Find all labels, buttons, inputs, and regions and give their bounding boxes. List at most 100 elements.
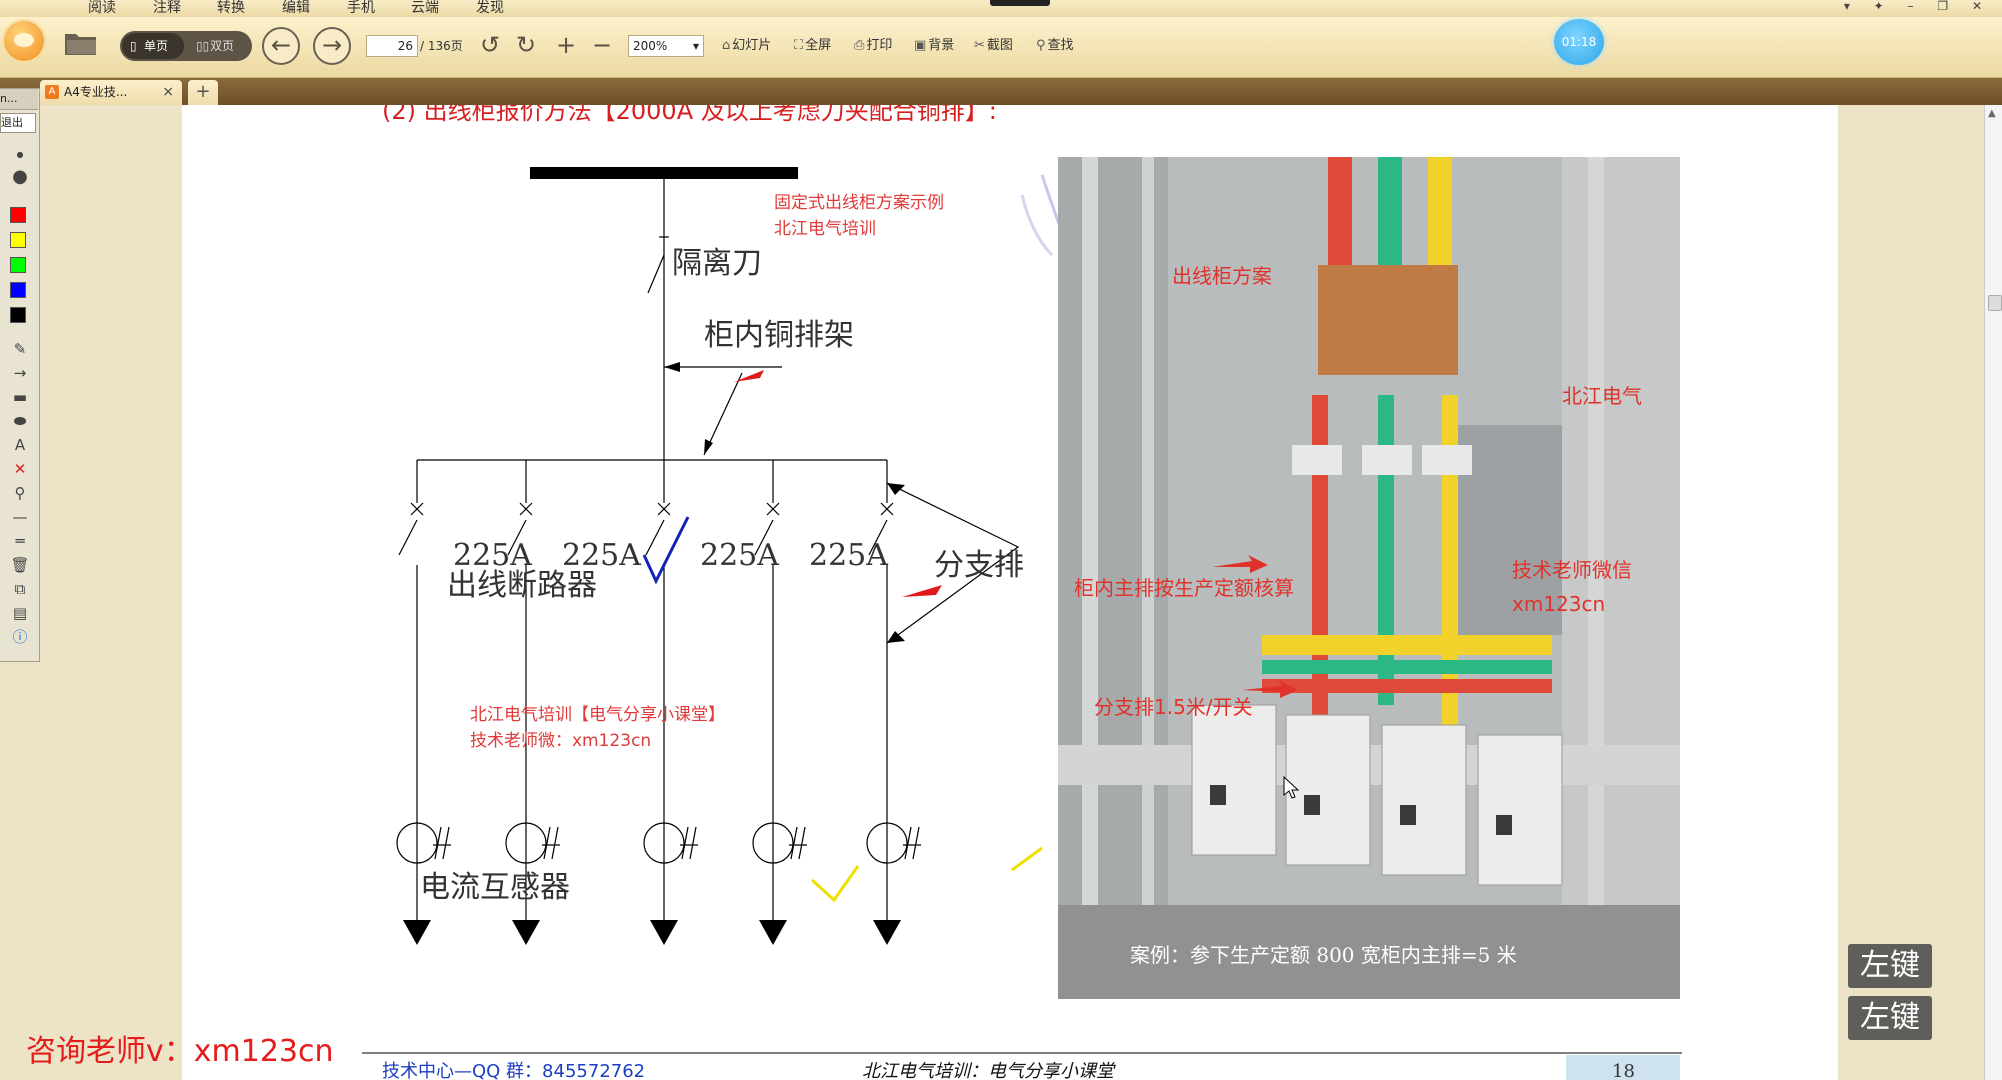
breaker-label: 出线断路器 xyxy=(447,568,597,603)
yellow-check-mark xyxy=(810,865,860,903)
arrow-tool-icon[interactable]: → xyxy=(10,365,30,381)
copy-icon[interactable]: ⧉ xyxy=(10,581,30,597)
footer-page-number: 18 xyxy=(1612,1061,1635,1080)
photo-label-brand: 北江电气 xyxy=(1562,384,1642,408)
app-logo-icon[interactable] xyxy=(2,19,46,63)
magnifier-icon[interactable]: ⚲ xyxy=(10,485,30,501)
delete-mark-icon[interactable]: ✕ xyxy=(10,461,30,477)
menu-item-convert[interactable]: 转换 xyxy=(217,0,245,16)
breaker-handle xyxy=(1496,815,1512,835)
color-swatch-black[interactable] xyxy=(10,307,26,323)
ct-hatch xyxy=(689,826,697,860)
ellipse-tool-icon[interactable]: ⬬ xyxy=(10,413,30,429)
annotation-palette: n... 退出 ● ● ✎ → ▬ ⬬ A ✕ ⚲ — ═ 🗑 ⧉ ▤ ⓘ xyxy=(0,88,40,662)
photo-label-scheme: 出线柜方案 xyxy=(1172,264,1272,288)
menu-item-cloud[interactable]: 云端 xyxy=(411,0,439,16)
info-icon[interactable]: ⓘ xyxy=(10,629,30,645)
menu-bar: 阅读 注释 转换 编辑 手机 云端 发现 ▾ ✦ – ❐ ✕ xyxy=(0,0,2002,17)
trash-icon[interactable]: 🗑 xyxy=(10,557,30,573)
zoom-in-icon[interactable]: + xyxy=(556,31,576,59)
find-button[interactable]: ⚲ 查找 xyxy=(1036,38,1074,54)
find-label: 查找 xyxy=(1047,38,1074,53)
large-dot-icon[interactable]: ● xyxy=(10,168,30,186)
small-dot-icon[interactable]: ● xyxy=(10,147,30,163)
save-icon[interactable]: ▤ xyxy=(10,605,30,621)
menu-item-mobile[interactable]: 手机 xyxy=(347,0,375,16)
palette-exit-button[interactable]: 退出 xyxy=(0,113,36,133)
insulator xyxy=(1422,445,1472,475)
recording-timer[interactable]: 01:18 xyxy=(1554,19,1604,65)
ct-hatch xyxy=(798,826,806,860)
busbar-red xyxy=(1312,395,1328,725)
ct-hatch xyxy=(442,826,450,860)
breaker-handle xyxy=(1210,785,1226,805)
busbar-red xyxy=(1328,157,1352,277)
note-subtitle: 北江电气培训 xyxy=(774,219,876,239)
output-arrow xyxy=(873,920,901,945)
key-press-badge: 左键 xyxy=(1848,996,1932,1040)
line-tool-icon[interactable]: — xyxy=(10,509,30,525)
arrow-right-icon: → xyxy=(321,31,343,59)
tab-title: A4专业技... xyxy=(64,85,128,99)
window-controls[interactable]: ▾ ✦ – ❐ ✕ xyxy=(1844,0,1992,12)
single-page-button[interactable]: ▯ 单页 xyxy=(122,33,184,59)
copper-bar xyxy=(1318,265,1458,375)
photo-label-wechat: xm123cn xyxy=(1512,592,1605,616)
page-canvas: (2) 出线柜报价方法【2000A 及以上考虑刀夹配合铜排】: 225A 225… xyxy=(362,105,1682,1080)
prev-page-button[interactable]: ← xyxy=(262,27,300,65)
pencil-icon[interactable]: ✎ xyxy=(10,341,30,357)
menu-item-read[interactable]: 阅读 xyxy=(88,0,116,16)
cabinet-photo: 出线柜方案 北江电气 柜内主排按生产定额核算 技术老师微信 xm123cn 分支… xyxy=(1058,157,1680,999)
training-line-1: 北江电气培训【电气分享小课堂】 xyxy=(470,705,725,725)
red-arrow-mark xyxy=(902,585,942,597)
pdf-file-icon: A xyxy=(45,85,59,99)
page-total: / 136页 xyxy=(420,39,463,53)
menu-item-discover[interactable]: 发现 xyxy=(476,0,504,16)
footer-left: 技术中心—QQ 群：845572762 xyxy=(382,1061,645,1080)
main-busbar xyxy=(530,167,798,179)
watermark-stroke xyxy=(1020,194,1054,257)
slideshow-button[interactable]: ⌂ 幻灯片 xyxy=(722,38,771,54)
vertical-scrollbar[interactable]: ▲ xyxy=(1984,105,2002,1080)
rotate-left-icon[interactable]: ↺ xyxy=(480,31,500,59)
note-title: 固定式出线柜方案示例 xyxy=(774,193,944,213)
print-icon: ⎙ xyxy=(854,38,865,53)
rectangle-tool-icon[interactable]: ▬ xyxy=(10,389,30,405)
busbar-frame-label: 柜内铜排架 xyxy=(704,318,854,353)
menu-item-edit[interactable]: 编辑 xyxy=(282,0,310,16)
rotate-right-icon[interactable]: ↻ xyxy=(516,31,536,59)
scroll-up-icon[interactable]: ▲ xyxy=(1988,108,1996,119)
text-tool-icon[interactable]: A xyxy=(10,437,30,453)
arrow-head xyxy=(704,439,713,455)
tab-document[interactable]: A A4专业技... × xyxy=(40,80,182,105)
color-swatch-yellow[interactable] xyxy=(10,232,26,248)
screenshot-button[interactable]: ✂ 截图 xyxy=(974,38,1013,54)
breaker xyxy=(1477,734,1563,886)
double-page-button[interactable]: ▯▯双页 xyxy=(188,33,248,59)
fullscreen-button[interactable]: ⛶ 全屏 xyxy=(794,38,831,54)
double-page-label: 双页 xyxy=(210,39,235,53)
menu-item-annotate[interactable]: 注释 xyxy=(153,0,181,16)
consult-caption: 咨询老师v：xm123cn xyxy=(26,1034,334,1069)
open-folder-icon[interactable] xyxy=(64,30,98,56)
color-swatch-green[interactable] xyxy=(10,257,26,273)
zoom-out-icon[interactable]: − xyxy=(592,31,612,59)
output-arrow xyxy=(512,920,540,945)
busbar-yellow xyxy=(1442,395,1458,725)
breaker-handle xyxy=(1304,795,1320,815)
breaker-contact xyxy=(645,519,665,556)
background-label: 背景 xyxy=(928,38,955,53)
zoom-select[interactable]: 200% xyxy=(628,35,704,57)
thin-line-icon[interactable]: ═ xyxy=(10,533,30,549)
next-page-button[interactable]: → xyxy=(313,27,351,65)
page-number-input[interactable]: 26 xyxy=(366,35,418,57)
close-icon[interactable]: × xyxy=(162,80,174,104)
color-swatch-red[interactable] xyxy=(10,207,26,223)
scroll-thumb[interactable] xyxy=(1988,295,2002,311)
background-button[interactable]: ▣ 背景 xyxy=(914,38,954,54)
print-button[interactable]: ⎙ 打印 xyxy=(854,38,892,54)
double-page-icon: ▯▯ xyxy=(196,39,210,53)
breaker xyxy=(1381,724,1467,876)
color-swatch-blue[interactable] xyxy=(10,282,26,298)
new-tab-button[interactable]: + xyxy=(188,80,218,105)
